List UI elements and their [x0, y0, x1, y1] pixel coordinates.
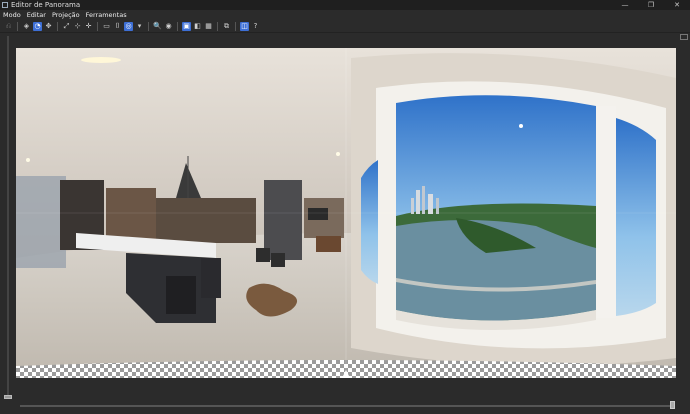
zoom-icon[interactable]: 🔍 — [153, 22, 162, 31]
toolbar-separator — [217, 21, 218, 31]
window-title: Editor de Panorama — [11, 1, 81, 9]
split-view-icon[interactable]: ◧ — [193, 22, 202, 31]
center-icon[interactable]: ⊹ — [73, 22, 82, 31]
panorama-view-icon[interactable]: ▣ — [182, 21, 191, 31]
maximize-icon[interactable]: ❐ — [638, 0, 664, 10]
toolbar-separator — [177, 21, 178, 31]
panorama-viewport[interactable] — [16, 48, 676, 378]
help-icon[interactable]: ? — [251, 22, 260, 31]
vertical-slider-track[interactable] — [7, 36, 9, 396]
menu-editar[interactable]: Editar — [24, 10, 49, 20]
menu-modo[interactable]: Modo — [0, 10, 24, 20]
minimize-icon[interactable]: — — [612, 0, 638, 10]
move-icon[interactable]: ✥ — [44, 22, 53, 31]
close-icon[interactable]: ✕ — [664, 0, 690, 10]
panorama-image — [16, 48, 676, 378]
app-icon — [2, 2, 8, 8]
chevron-down-icon[interactable]: ▾ — [135, 22, 144, 31]
crop-icon[interactable]: ⌷ — [113, 22, 122, 31]
undo-icon[interactable]: ⎌ — [4, 22, 13, 31]
pan-view-icon[interactable]: ◔ — [33, 21, 42, 31]
lasso-icon[interactable]: ◎ — [124, 21, 133, 31]
vertical-slider-handle[interactable] — [4, 395, 12, 399]
toolbar-separator — [57, 21, 58, 31]
panel-toggle-icon[interactable] — [680, 34, 688, 40]
window-controls: — ❐ ✕ — [612, 0, 690, 10]
menu-projecao[interactable]: Projeção — [49, 10, 83, 20]
menu-bar: Modo Editar Projeção Ferramentas — [0, 10, 690, 20]
right-gutter — [676, 33, 690, 405]
toolbar-separator — [97, 21, 98, 31]
compare-icon[interactable]: ⧉ — [222, 22, 231, 31]
layers-icon[interactable]: ◈ — [22, 22, 31, 31]
toolbar-separator — [17, 21, 18, 31]
toolbar: ⎌ ◈ ◔ ✥ ⤢ ⊹ ✛ ▭ ⌷ ◎ ▾ 🔍 ◉ ▣ ◧ ▦ ⧉ ◫ ? — [0, 20, 690, 33]
horizontal-slider-track[interactable] — [20, 405, 674, 407]
horizontal-slider-handle[interactable] — [670, 401, 675, 409]
grid-view-icon[interactable]: ▦ — [204, 22, 213, 31]
toolbar-separator — [148, 21, 149, 31]
rectangle-icon[interactable]: ▭ — [102, 22, 111, 31]
eye-icon[interactable]: ◉ — [164, 22, 173, 31]
fit-icon[interactable]: ⤢ — [62, 22, 71, 31]
toolbar-separator — [235, 21, 236, 31]
crosshair-icon[interactable]: ✛ — [84, 22, 93, 31]
layers-panel-icon[interactable]: ◫ — [240, 21, 249, 31]
menu-ferramentas[interactable]: Ferramentas — [83, 10, 130, 20]
title-bar: Editor de Panorama — ❐ ✕ — [0, 0, 690, 10]
